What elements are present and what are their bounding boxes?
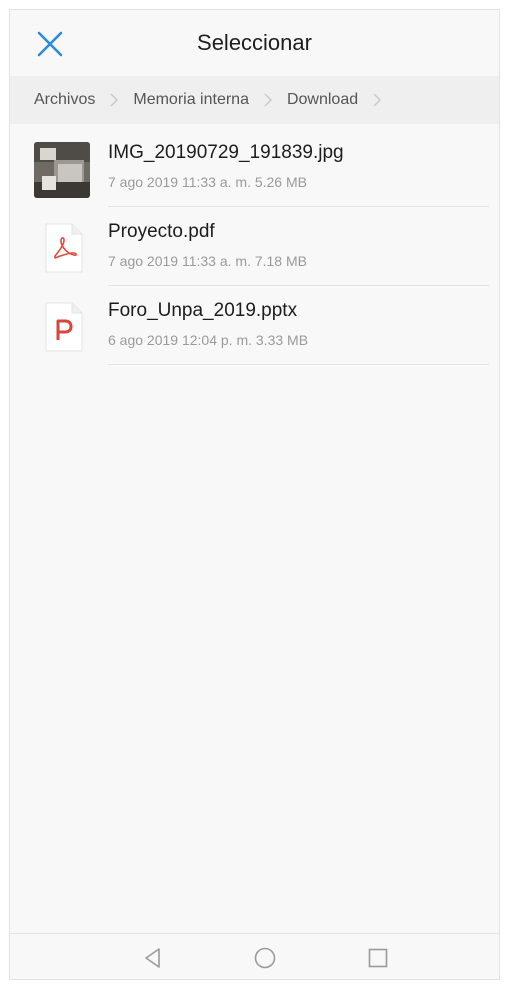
file-row[interactable]: Proyecto.pdf 7 ago 2019 11:33 a. m. 7.18… — [10, 207, 499, 286]
file-meta: 6 ago 2019 12:04 p. m. 3.33 MB — [108, 332, 309, 348]
home-button[interactable] — [253, 946, 277, 970]
screen: Seleccionar Archivos Memoria interna Dow… — [9, 9, 500, 980]
file-list: IMG_20190729_191839.jpg 7 ago 2019 11:33… — [10, 128, 499, 365]
file-name: Foro_Unpa_2019.pptx — [108, 300, 298, 321]
back-button[interactable] — [141, 946, 165, 970]
file-name: IMG_20190729_191839.jpg — [108, 142, 344, 163]
file-name: Proyecto.pdf — [108, 221, 215, 242]
pptx-file-icon — [45, 302, 83, 352]
chevron-right-icon — [264, 93, 272, 107]
breadcrumb-item-archivos[interactable]: Archivos — [34, 91, 95, 109]
divider — [108, 364, 489, 365]
file-row[interactable]: IMG_20190729_191839.jpg 7 ago 2019 11:33… — [10, 128, 499, 207]
pdf-file-icon — [45, 223, 83, 273]
breadcrumb-item-memoria-interna[interactable]: Memoria interna — [133, 91, 249, 109]
recents-icon — [368, 948, 388, 968]
breadcrumb: Archivos Memoria interna Download — [10, 76, 499, 124]
file-meta: 7 ago 2019 11:33 a. m. 5.26 MB — [108, 174, 307, 190]
app-header: Seleccionar — [10, 10, 499, 74]
file-row[interactable]: Foro_Unpa_2019.pptx 6 ago 2019 12:04 p. … — [10, 286, 499, 365]
breadcrumb-item-download[interactable]: Download — [287, 91, 358, 109]
chevron-right-icon — [373, 93, 382, 107]
file-meta: 7 ago 2019 11:33 a. m. 7.18 MB — [108, 253, 307, 269]
recents-button[interactable] — [366, 946, 390, 970]
back-icon — [145, 948, 160, 968]
home-icon — [254, 947, 276, 969]
page-title: Seleccionar — [197, 30, 312, 55]
chevron-right-icon — [110, 93, 119, 107]
image-thumbnail — [34, 142, 90, 198]
system-navigation-bar — [10, 933, 499, 979]
